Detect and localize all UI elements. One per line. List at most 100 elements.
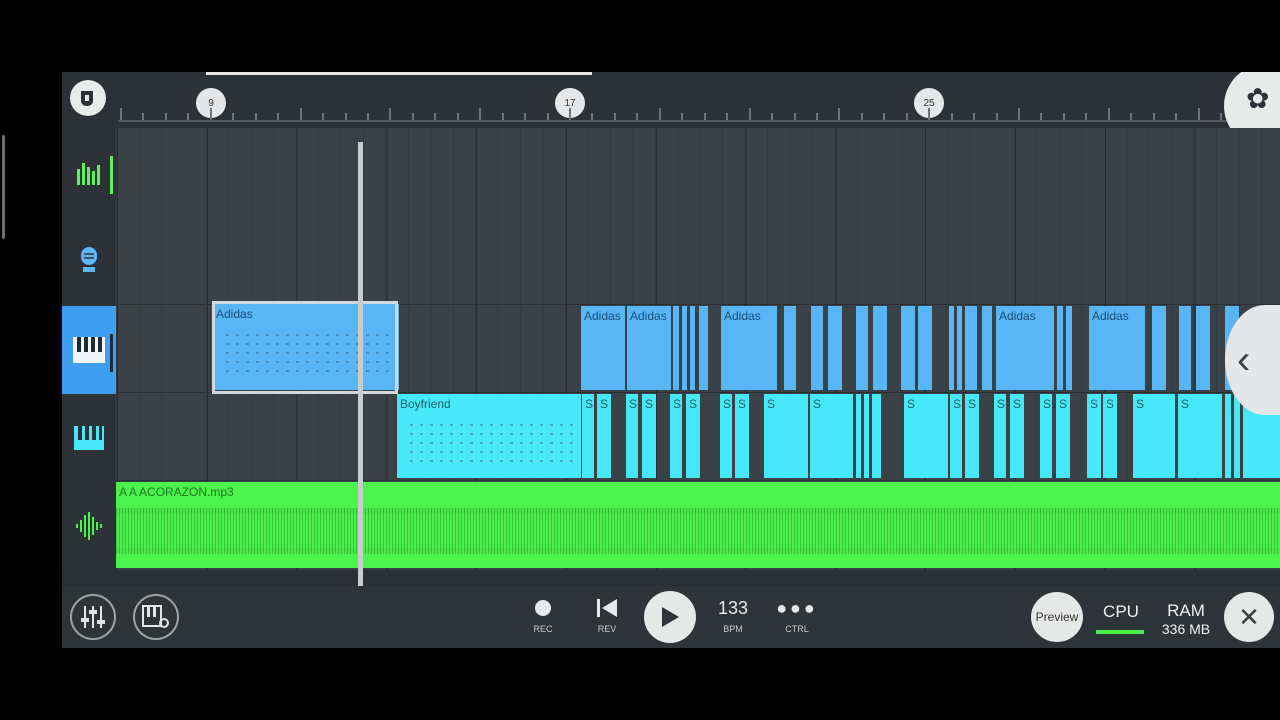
- pattern-clip[interactable]: [673, 306, 679, 390]
- ram-display: RAM 336 MB: [1156, 602, 1216, 638]
- ruler-tick: [1018, 108, 1020, 120]
- rewind-button[interactable]: REV: [584, 594, 630, 634]
- pattern-clip[interactable]: [690, 306, 695, 390]
- pattern-clip[interactable]: [1196, 306, 1210, 390]
- record-button[interactable]: REC: [520, 594, 566, 634]
- chevron-left-icon: ‹: [1237, 337, 1251, 382]
- clip-label: S: [1136, 397, 1145, 411]
- ruler-tick: [591, 113, 594, 120]
- ruler-tick: [860, 113, 863, 120]
- control-menu-button[interactable]: ●●● CTRL: [774, 594, 820, 635]
- transport-bar: REC REV 133 BPM ●●● CTRL Preview CPU RAM…: [62, 586, 1280, 648]
- instrument-settings-button[interactable]: [133, 594, 179, 640]
- pattern-clip[interactable]: [1225, 394, 1231, 478]
- tempo-display[interactable]: 133 BPM: [710, 594, 756, 635]
- pattern-clip-s[interactable]: S: [904, 394, 948, 478]
- pattern-clip-s[interactable]: S: [810, 394, 853, 478]
- pattern-clip[interactable]: [1152, 306, 1166, 390]
- horizontal-scroll-indicator[interactable]: [206, 72, 592, 75]
- ruler-tick: [366, 113, 369, 120]
- pattern-clip[interactable]: [918, 306, 932, 390]
- pattern-clip[interactable]: [682, 306, 687, 390]
- pattern-clip[interactable]: Adidas: [581, 306, 625, 390]
- clip-label: S: [673, 397, 682, 411]
- pattern-clip-s[interactable]: S: [965, 394, 979, 478]
- track-mixer-levels[interactable]: [62, 128, 116, 216]
- pattern-clip-s[interactable]: S: [735, 394, 749, 478]
- pattern-clip-s[interactable]: S: [994, 394, 1006, 478]
- pattern-clip-s[interactable]: S: [686, 394, 700, 478]
- pattern-clip[interactable]: [949, 306, 954, 390]
- bpm-value: 133: [717, 597, 749, 618]
- close-button[interactable]: ✕: [1224, 592, 1274, 642]
- pattern-clip[interactable]: [872, 394, 881, 478]
- pattern-clip[interactable]: [965, 306, 977, 390]
- preview-button[interactable]: Preview: [1031, 592, 1083, 642]
- playhead[interactable]: [358, 142, 363, 586]
- clip-label: S: [738, 397, 747, 411]
- ruler-tick: [703, 113, 706, 120]
- pattern-clip-s[interactable]: S: [1040, 394, 1052, 478]
- track-microphone[interactable]: [62, 216, 116, 304]
- audio-clip[interactable]: A A ACORAZON.mp3: [116, 482, 1280, 568]
- pattern-clip-s[interactable]: S: [1056, 394, 1070, 478]
- pattern-clip-s[interactable]: S: [626, 394, 638, 478]
- ruler-tick: [344, 113, 347, 120]
- clip-label: S: [689, 397, 698, 411]
- pattern-clip-s[interactable]: S: [1010, 394, 1024, 478]
- track-audio[interactable]: [62, 482, 116, 570]
- pattern-clip[interactable]: Boyfriend: [397, 394, 581, 478]
- pattern-clip[interactable]: [1066, 306, 1072, 390]
- pattern-clip-s[interactable]: S: [720, 394, 732, 478]
- clip-label: Adidas: [630, 309, 667, 323]
- clip-label: Boyfriend: [400, 397, 451, 411]
- pattern-clip[interactable]: [856, 306, 868, 390]
- timeline-header: 9 17 25 ✿: [62, 72, 1280, 148]
- pattern-clip-s[interactable]: S: [1178, 394, 1222, 478]
- pattern-clip-s[interactable]: S: [1087, 394, 1101, 478]
- ruler-tick: [748, 108, 751, 120]
- clip-label: Adidas: [724, 309, 761, 323]
- pattern-clip[interactable]: [699, 306, 708, 390]
- pattern-clip[interactable]: [1234, 394, 1240, 478]
- ruler-tick: [524, 113, 527, 120]
- track-piano[interactable]: [62, 394, 116, 482]
- mixer-button[interactable]: [70, 594, 116, 640]
- pattern-clip[interactable]: [811, 306, 823, 390]
- record-label: REC: [533, 624, 553, 634]
- pattern-clip-s[interactable]: S: [670, 394, 682, 478]
- pattern-clip[interactable]: [982, 306, 992, 390]
- pattern-clip[interactable]: [957, 306, 962, 390]
- pattern-clip-s[interactable]: S: [764, 394, 808, 478]
- pattern-clip[interactable]: Adidas: [627, 306, 671, 390]
- piano-keys-icon: [74, 426, 104, 450]
- record-dot-icon: [535, 600, 551, 616]
- pattern-clip[interactable]: [1057, 306, 1063, 390]
- bar-ruler[interactable]: 9 17 25: [118, 88, 1280, 122]
- pattern-clip-s[interactable]: S: [950, 394, 962, 478]
- clip-label: S: [813, 397, 822, 411]
- pattern-clip-s[interactable]: S: [597, 394, 611, 478]
- selection-frame: [212, 301, 398, 394]
- pattern-clip[interactable]: Adidas: [996, 306, 1054, 390]
- pattern-clip-s[interactable]: S: [1133, 394, 1175, 478]
- pattern-clip[interactable]: [901, 306, 915, 390]
- pattern-clip[interactable]: [1179, 306, 1191, 390]
- pattern-clip-s[interactable]: S: [642, 394, 656, 478]
- pattern-clip[interactable]: [856, 394, 861, 478]
- pattern-clip[interactable]: [828, 306, 842, 390]
- pattern-clip[interactable]: [784, 306, 796, 390]
- pattern-clip-s[interactable]: S: [582, 394, 594, 478]
- pattern-clip[interactable]: [873, 306, 887, 390]
- play-button[interactable]: [644, 591, 696, 643]
- magnet-snap-icon[interactable]: [70, 80, 106, 116]
- pattern-clip[interactable]: [864, 394, 869, 478]
- pattern-clip-s[interactable]: S: [1103, 394, 1117, 478]
- track-piano-selected[interactable]: [62, 306, 116, 394]
- pattern-clip[interactable]: Adidas: [1089, 306, 1145, 390]
- ruler-tick: [209, 108, 212, 120]
- clip-label: S: [629, 397, 638, 411]
- rewind-label: REV: [597, 624, 617, 634]
- pattern-clip[interactable]: Adidas: [721, 306, 777, 390]
- clip-label: S: [585, 397, 594, 411]
